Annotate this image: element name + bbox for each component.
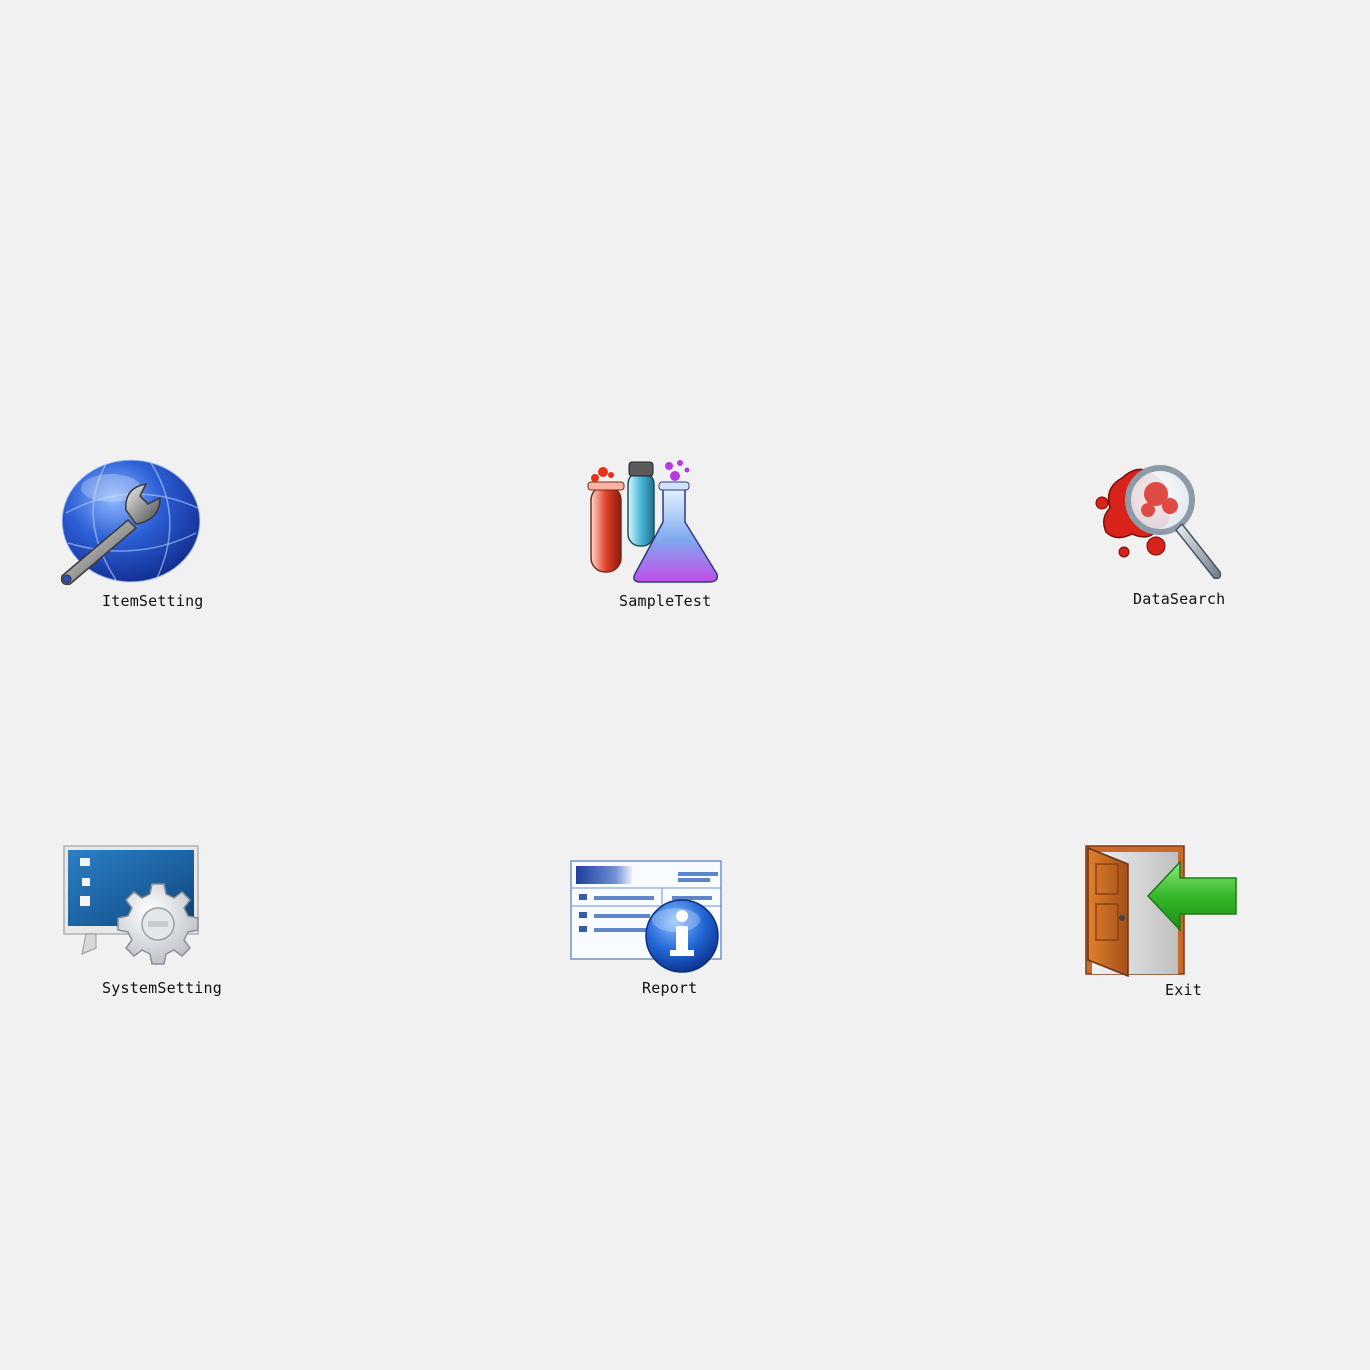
blood-magnifier-icon [1095, 465, 1222, 580]
monitor-gear-icon [63, 845, 199, 965]
test-tubes-flask-icon [587, 460, 719, 583]
exit-label: Exit [1165, 981, 1202, 999]
report-label: Report [642, 979, 698, 997]
exit-button[interactable]: Exit [1084, 844, 1242, 1002]
launcher-desktop: ItemSetting SampleTest DataSearch System… [0, 0, 1370, 1370]
data-search-button[interactable]: DataSearch [1092, 458, 1242, 612]
item-setting-button[interactable]: ItemSetting [56, 458, 206, 614]
globe-wrench-icon [60, 459, 201, 586]
report-button[interactable]: Report [568, 858, 728, 1000]
report-info-icon [570, 860, 722, 973]
item-setting-label: ItemSetting [102, 592, 204, 610]
system-setting-label: SystemSetting [102, 979, 222, 997]
system-setting-button[interactable]: SystemSetting [62, 844, 222, 1000]
door-arrow-icon [1085, 845, 1237, 978]
data-search-label: DataSearch [1133, 590, 1226, 608]
sample-test-button[interactable]: SampleTest [583, 458, 733, 614]
sample-test-label: SampleTest [619, 592, 712, 610]
